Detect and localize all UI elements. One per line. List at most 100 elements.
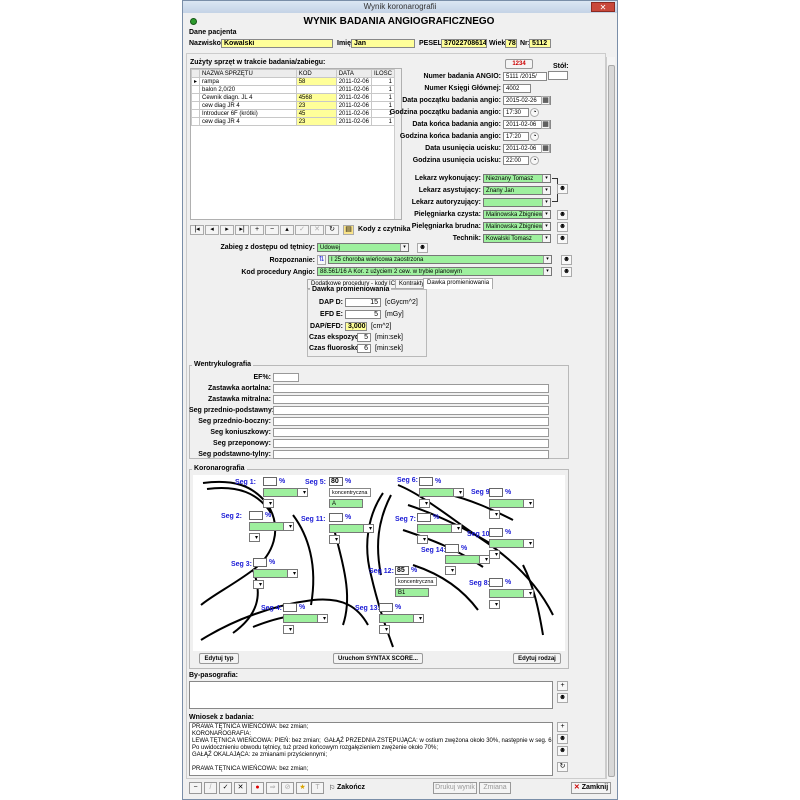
seg-type-select[interactable] (419, 488, 455, 497)
sort-icon[interactable]: ⇅ (317, 255, 326, 265)
people-icon[interactable]: ☻ (561, 267, 572, 277)
people-icon[interactable]: ☻ (557, 234, 568, 244)
seg-sub-select[interactable] (253, 580, 264, 589)
age-field[interactable]: 78 (505, 39, 517, 48)
add-icon[interactable]: + (557, 681, 568, 691)
calendar-icon[interactable]: ▦ (541, 96, 550, 105)
seg-percent-field[interactable] (329, 513, 343, 522)
ef-field[interactable] (273, 373, 299, 382)
clock-icon[interactable]: ◔ (530, 156, 539, 165)
seg-dropdown[interactable] (363, 524, 374, 533)
seg-type-select[interactable] (283, 614, 319, 623)
efd-field[interactable]: 5 (345, 310, 381, 319)
technician-select[interactable]: Kowalski Tomasz ▾ (483, 234, 551, 243)
col-header[interactable]: KOD (295, 69, 337, 78)
tab-radiation-dose[interactable]: Dawka promieniowania (423, 278, 494, 289)
nav-refresh-button[interactable]: ↻ (325, 225, 339, 235)
conclusion-textarea[interactable]: PRAWA TĘTNICA WIEŃCOWA: bez zmian; KORON… (189, 722, 553, 776)
seg12-sub-select[interactable]: B1 (395, 588, 429, 597)
seg-percent-field[interactable] (253, 558, 267, 567)
main-scrollbar[interactable] (606, 57, 615, 779)
seg-type-select[interactable] (263, 488, 299, 497)
seg-sub-select[interactable] (417, 535, 428, 544)
seg12-percent-field[interactable]: 85 (395, 566, 409, 575)
seg-dropdown[interactable] (287, 569, 298, 578)
seg-dropdown[interactable] (451, 524, 462, 533)
start-time-field[interactable]: 17:30 (503, 108, 529, 117)
vent-row-field[interactable] (273, 417, 549, 426)
seg-percent-field[interactable] (489, 578, 503, 587)
seg-type-select[interactable] (489, 499, 525, 508)
seg-type-select[interactable] (445, 555, 481, 564)
nurse-dirty-select[interactable]: Malinowska Zbigniewa ▾ (483, 222, 551, 231)
people-icon[interactable]: ☻ (557, 184, 568, 194)
equipment-table[interactable]: NAZWA SPRZĘTU KOD DATA ILOŚĆ ▸ rampa 58 201… (190, 68, 402, 220)
book-number-field[interactable]: 4002 (503, 84, 531, 93)
seg-dropdown[interactable] (479, 555, 490, 564)
table-row[interactable]: Introducer 6F (krótki) 45 2011-02-06 1 (190, 109, 396, 118)
seg-sub-select[interactable] (489, 510, 500, 519)
table-row[interactable]: ▸ rampa 58 2011-02-06 1 (190, 77, 396, 86)
nav-add-button[interactable]: + (250, 225, 264, 235)
seg-sub-select[interactable] (329, 535, 340, 544)
procedure-code-select[interactable]: 88.561/16 A Kor. z użyciem 2 cew. w tryb… (317, 267, 552, 276)
close-form-button[interactable]: ✕ Zamknij (571, 782, 611, 794)
edit-type-button[interactable]: Edytuj typ (199, 653, 239, 664)
seg-dropdown[interactable] (523, 539, 534, 548)
seg-type-select[interactable] (489, 589, 525, 598)
seg-dropdown[interactable] (453, 488, 464, 497)
table-row[interactable]: balon 2,0/20 2011-02-06 1 (190, 85, 396, 94)
record-icon[interactable]: ● (251, 782, 264, 794)
table-row[interactable]: Cewnik diagn. JL 4 4568 2011-02-06 1 (190, 93, 396, 102)
seg-percent-field[interactable] (489, 528, 503, 537)
access-select[interactable]: Udowej ▾ (317, 243, 409, 252)
refresh-icon[interactable]: ↻ (557, 762, 568, 772)
assistant-select[interactable]: Znany Jan ▾ (483, 186, 551, 195)
bottom-minus-button[interactable]: − (189, 782, 202, 794)
people-icon[interactable]: ☻ (557, 222, 568, 232)
vent-row-field[interactable] (273, 384, 549, 393)
vent-row-field[interactable] (273, 450, 549, 459)
calendar-icon[interactable]: ▦ (541, 120, 550, 129)
surname-field[interactable]: Kowalski (221, 39, 333, 48)
forward-icon[interactable]: ⇒ (266, 782, 279, 794)
text-icon[interactable]: T (311, 782, 324, 794)
seg-sub-select[interactable] (445, 566, 456, 575)
seg-sub-select[interactable] (379, 625, 390, 634)
col-header[interactable]: NAZWA SPRZĘTU (199, 69, 297, 78)
exam-number-field[interactable]: 5111 /2015/ (503, 72, 547, 81)
seg-dropdown[interactable] (283, 522, 294, 531)
seg12-type-select[interactable]: koncentryczna (395, 577, 437, 586)
bottom-cancel-button[interactable]: ✕ (234, 782, 247, 794)
nav-next-button[interactable]: ▸ (220, 225, 234, 235)
seg-dropdown[interactable] (413, 614, 424, 623)
nr-field[interactable]: 5112 (529, 39, 551, 48)
print-result-button[interactable]: Drukuj wynik (433, 782, 477, 794)
print-number-button[interactable]: 1234 (505, 59, 533, 69)
ratio-field[interactable]: 3,000 (345, 322, 367, 331)
seg5-percent-field[interactable]: 80 (329, 477, 343, 486)
nav-last-button[interactable]: ▸| (235, 225, 249, 235)
clock-icon[interactable]: ◔ (530, 132, 539, 141)
seg-percent-field[interactable] (379, 603, 393, 612)
nav-edit-button[interactable]: ▴ (280, 225, 294, 235)
dap-field[interactable]: 15 (345, 298, 381, 307)
seg-type-select[interactable] (379, 614, 415, 623)
add-icon[interactable]: + (557, 722, 568, 732)
nav-cancel-button[interactable]: ✕ (310, 225, 324, 235)
close-button[interactable]: ✕ (591, 2, 615, 12)
people-icon[interactable]: ☻ (557, 210, 568, 220)
seg-dropdown[interactable] (297, 488, 308, 497)
table-row[interactable]: cew diag JR 4 23 2011-02-06 1 (190, 101, 396, 110)
authorizer-select[interactable]: ▾ (483, 198, 551, 207)
nav-prev-button[interactable]: ◂ (205, 225, 219, 235)
people-icon[interactable]: ☻ (561, 255, 572, 265)
seg-type-select[interactable] (329, 524, 365, 533)
pesel-field[interactable]: 37022708614 (441, 39, 487, 48)
seg-type-select[interactable] (489, 539, 525, 548)
bottom-accept-button[interactable]: ✓ (219, 782, 232, 794)
change-button[interactable]: Zmiana (479, 782, 511, 794)
nurse-clean-select[interactable]: Malinowska Zbigniewa ▾ (483, 210, 551, 219)
seg-percent-field[interactable] (419, 477, 433, 486)
edit-kind-button[interactable]: Edytuj rodzaj (513, 653, 561, 664)
